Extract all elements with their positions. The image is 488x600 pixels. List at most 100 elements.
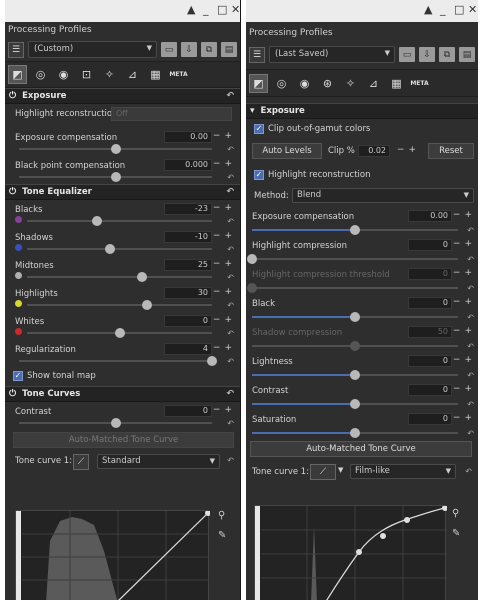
auto-levels-button[interactable]: Auto Levels: [252, 143, 322, 159]
slider-value[interactable]: 0: [408, 384, 452, 396]
contrast-stepper[interactable]: −+: [213, 405, 236, 415]
power-icon[interactable]: ⏻: [9, 91, 16, 101]
slider-track[interactable]: [252, 225, 458, 235]
paste-icon[interactable]: ▤: [459, 47, 475, 62]
comp-knob[interactable]: [110, 144, 121, 154]
reg-stepper[interactable]: −+: [213, 343, 236, 353]
tab-transform-icon[interactable]: ⊡: [77, 65, 96, 84]
eq-band-knob[interactable]: [142, 300, 153, 310]
contrast-value[interactable]: 0: [164, 405, 212, 417]
contrast-slider[interactable]: [19, 418, 212, 428]
clip-pct-stepper[interactable]: −+: [397, 145, 420, 155]
slider-knob[interactable]: [247, 254, 257, 264]
save-icon[interactable]: ⇩: [419, 47, 435, 62]
tone-curve-graph[interactable]: [15, 510, 211, 600]
eq-band-stepper[interactable]: −+: [213, 203, 236, 213]
reset-icon[interactable]: ↶: [227, 329, 234, 338]
slider-value[interactable]: 0: [408, 413, 452, 425]
slider-track[interactable]: [252, 399, 458, 409]
expand-arrow-icon[interactable]: ▾: [250, 106, 255, 116]
profile-select[interactable]: (Custom) ▼: [28, 41, 157, 58]
reg-knob[interactable]: [207, 356, 217, 366]
slider-stepper[interactable]: −+: [453, 355, 476, 365]
reset-icon[interactable]: ↶: [227, 301, 234, 310]
tab-checker-icon[interactable]: ▦: [387, 74, 406, 93]
eq-band-value[interactable]: -10: [164, 231, 212, 243]
copy-icon[interactable]: ⧉: [201, 42, 217, 57]
minimize-icon[interactable]: _: [440, 4, 446, 16]
slider-knob[interactable]: [350, 312, 360, 322]
reset-icon[interactable]: ↶: [467, 400, 474, 409]
tab-transform-icon[interactable]: ✧: [341, 74, 360, 93]
power-icon[interactable]: ⏻: [9, 389, 16, 399]
tab-detail-icon[interactable]: ◎: [272, 74, 291, 93]
highlight-select[interactable]: Off: [111, 107, 232, 121]
reset-icon[interactable]: ↶: [467, 226, 474, 235]
eq-band-knob[interactable]: [92, 216, 103, 226]
comp-slider[interactable]: [19, 144, 212, 154]
contrast-knob[interactable]: [110, 418, 121, 428]
slider-knob[interactable]: [247, 283, 257, 293]
slider-track[interactable]: [247, 254, 458, 264]
restore-icon[interactable]: □: [217, 4, 227, 16]
reset-icon[interactable]: ↶: [467, 342, 474, 351]
reset-icon[interactable]: ↶: [227, 145, 234, 154]
curve-edit-icon[interactable]: ⟋: [310, 464, 336, 480]
slider-knob[interactable]: [350, 225, 360, 235]
slider-stepper[interactable]: −+: [453, 297, 476, 307]
eq-band-stepper[interactable]: −+: [213, 231, 236, 241]
curve-point[interactable]: [380, 533, 386, 539]
tab-raw-icon[interactable]: ⊿: [364, 74, 383, 93]
picker-edit-icon[interactable]: ✎: [218, 530, 226, 541]
slider-stepper[interactable]: −+: [453, 239, 476, 249]
slider-track[interactable]: [252, 312, 458, 322]
copy-icon[interactable]: ⧉: [439, 47, 455, 62]
picker-edit-icon[interactable]: ✎: [452, 528, 460, 539]
curve-point[interactable]: [356, 549, 362, 555]
eq-band-slider[interactable]: [27, 272, 212, 282]
tab-wand-icon[interactable]: ✧: [100, 65, 119, 84]
curve-edit-icon[interactable]: ⟋: [73, 454, 89, 470]
open-folder-icon[interactable]: ▭: [399, 47, 415, 62]
picker-add-icon[interactable]: ⚲: [218, 510, 225, 521]
tab-meta-icon[interactable]: META: [169, 65, 188, 84]
slider-value[interactable]: 50: [408, 326, 452, 338]
tab-exposure-icon[interactable]: ◩: [8, 65, 27, 84]
reset-icon[interactable]: ↶: [227, 273, 234, 282]
tab-raw-icon[interactable]: ⊿: [123, 65, 142, 84]
comp-value[interactable]: 0.00: [164, 131, 212, 143]
eq-band-slider[interactable]: [27, 328, 212, 338]
open-folder-icon[interactable]: ▭: [161, 42, 177, 57]
slider-stepper[interactable]: −+: [453, 384, 476, 394]
tone-curve-graph[interactable]: [254, 505, 448, 600]
curve-type-select[interactable]: Standard ▼: [97, 454, 220, 469]
slider-stepper[interactable]: −+: [453, 413, 476, 423]
exposure-header[interactable]: ⏻ Exposure ↶: [5, 88, 240, 104]
tab-color-icon[interactable]: ◉: [54, 65, 73, 84]
save-icon[interactable]: ⇩: [181, 42, 197, 57]
slider-knob[interactable]: [350, 370, 360, 380]
reset-button[interactable]: Reset: [428, 143, 474, 159]
reset-icon[interactable]: ↶: [467, 371, 474, 380]
eq-band-knob[interactable]: [136, 272, 147, 282]
tone-curves-header[interactable]: ⏻ Tone Curves ↶: [5, 386, 240, 402]
tab-exposure-icon[interactable]: ◩: [249, 73, 268, 93]
reset-icon[interactable]: ↶: [226, 91, 234, 101]
curve-point[interactable]: [442, 505, 448, 511]
slider-knob[interactable]: [350, 399, 360, 409]
auto-matched-curve-button[interactable]: Auto-Matched Tone Curve: [13, 432, 234, 448]
eq-band-value[interactable]: -23: [164, 203, 212, 215]
slider-value[interactable]: 0: [408, 239, 452, 251]
reset-icon[interactable]: ↶: [227, 456, 234, 465]
eq-band-stepper[interactable]: −+: [213, 287, 236, 297]
slider-stepper[interactable]: −+: [453, 210, 476, 220]
show-map-checkbox[interactable]: ✓: [13, 371, 23, 381]
chevron-down-icon[interactable]: ▼: [338, 466, 343, 474]
tab-meta-icon[interactable]: META: [410, 74, 429, 93]
eq-band-slider[interactable]: [27, 300, 212, 310]
reset-icon[interactable]: ↶: [467, 429, 474, 438]
up-arrow-icon[interactable]: ▲: [424, 4, 432, 16]
reset-icon[interactable]: ↶: [467, 255, 474, 264]
reset-icon[interactable]: ↶: [465, 467, 472, 476]
reset-icon[interactable]: ↶: [226, 187, 234, 197]
